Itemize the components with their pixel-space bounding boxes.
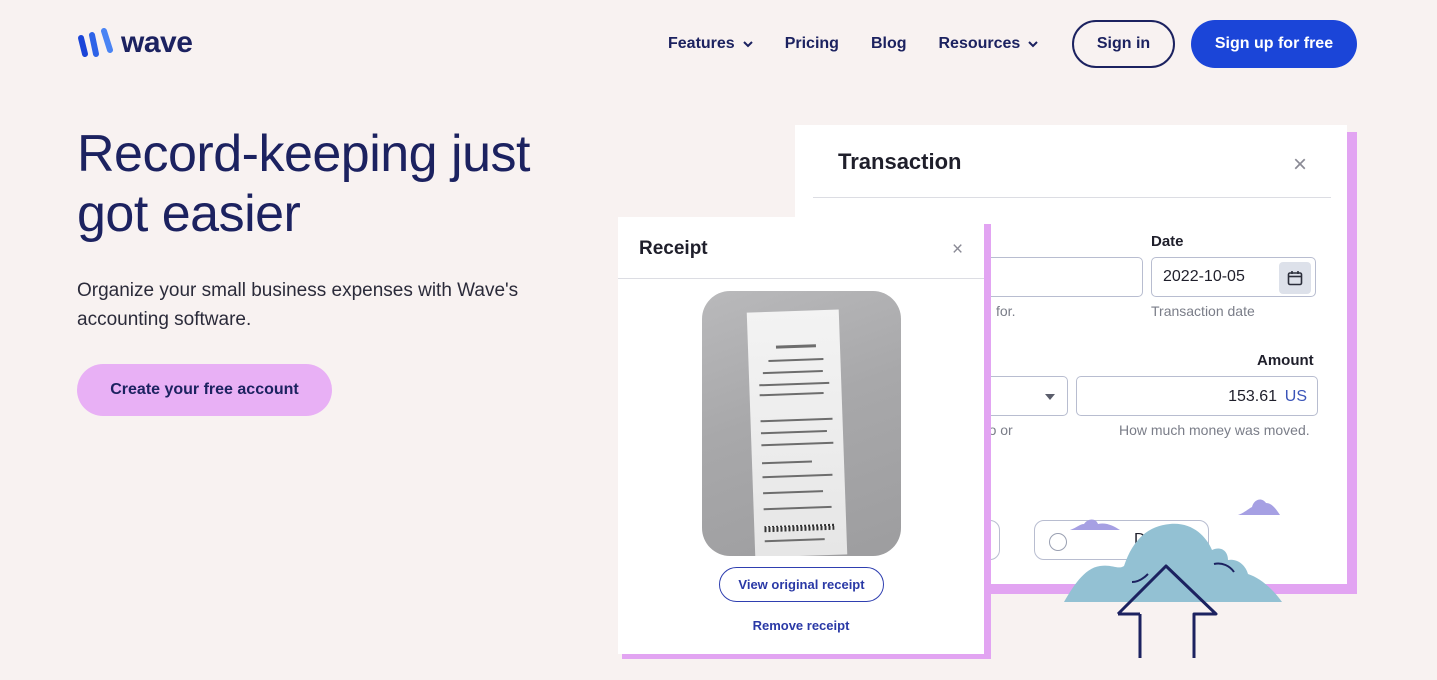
- nav-features-label: Features: [668, 35, 735, 52]
- upload-cloud-icon: [1064, 523, 1282, 658]
- amount-label: Amount: [1257, 352, 1314, 369]
- close-icon[interactable]: ×: [952, 239, 963, 261]
- transaction-title: Transaction: [838, 149, 962, 174]
- view-original-receipt-button[interactable]: View original receipt: [719, 567, 884, 602]
- calendar-icon[interactable]: [1279, 262, 1311, 294]
- nav-blog[interactable]: Blog: [871, 35, 907, 53]
- currency-code: US: [1284, 388, 1307, 405]
- hero-subtitle: Organize your small business expenses wi…: [77, 280, 519, 330]
- description-hint: for.: [996, 303, 1016, 319]
- sign-up-button[interactable]: Sign up for free: [1191, 20, 1357, 68]
- wave-logo[interactable]: wave: [77, 26, 193, 60]
- divider: [813, 197, 1331, 198]
- date-value: 2022-10-05: [1163, 268, 1245, 285]
- amount-hint: How much money was moved.: [1119, 422, 1310, 438]
- nav-blog-label: Blog: [870, 35, 907, 52]
- date-field[interactable]: 2022-10-05: [1151, 257, 1316, 297]
- amount-field[interactable]: 153.61 US: [1076, 376, 1318, 416]
- small-cloud-icon: [1238, 499, 1280, 515]
- wave-logo-icon: [78, 28, 113, 57]
- logo-text: wave: [121, 26, 193, 59]
- nav-resources-label: Resources: [938, 35, 1021, 52]
- close-icon[interactable]: ×: [1293, 151, 1307, 179]
- remove-receipt-link[interactable]: Remove receipt: [618, 618, 984, 633]
- chevron-down-icon: [1028, 41, 1039, 48]
- sign-in-button[interactable]: Sign in: [1072, 20, 1175, 68]
- receipt-card: Receipt × View original receipt Remove r…: [618, 217, 984, 654]
- nav-features[interactable]: Features: [668, 35, 753, 53]
- receipt-paper: [746, 309, 848, 556]
- date-label: Date: [1151, 233, 1184, 250]
- amount-value: 153.61: [1228, 388, 1277, 405]
- create-account-button[interactable]: Create your free account: [77, 364, 332, 416]
- main-nav: Features Pricing Blog Resources: [668, 20, 1070, 68]
- nav-pricing[interactable]: Pricing: [785, 35, 839, 53]
- nav-pricing-label: Pricing: [784, 35, 839, 52]
- hero-title: Record-keeping just got easier: [77, 125, 530, 243]
- date-hint: Transaction date: [1151, 303, 1255, 319]
- receipt-image: [702, 291, 901, 556]
- chevron-down-icon: [1045, 394, 1055, 400]
- receipt-title: Receipt: [639, 238, 708, 259]
- nav-resources[interactable]: Resources: [938, 35, 1039, 53]
- chevron-down-icon: [742, 41, 753, 48]
- divider: [618, 278, 984, 279]
